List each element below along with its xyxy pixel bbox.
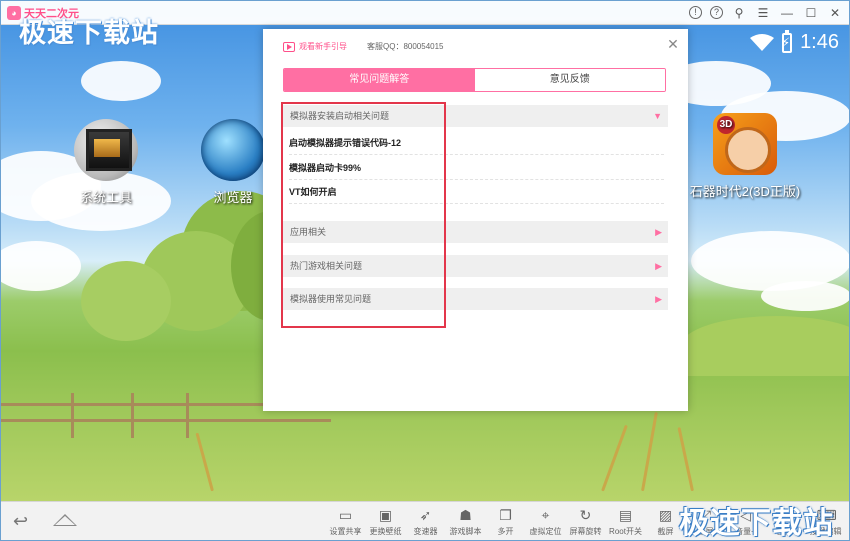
help-dialog: 观看新手引导 客服QQ：800054015 ✕ 常见问题解答 意见反馈 模拟器安… xyxy=(263,29,688,411)
tool-label: 设置共享 xyxy=(329,527,362,536)
image-icon: ▣ xyxy=(378,507,393,523)
chevron-right-icon: ▶ xyxy=(655,294,662,304)
watermark-bottom: 极速下载站 xyxy=(679,507,834,540)
close-icon[interactable]: ✕ xyxy=(666,37,680,51)
chevron-right-icon: ▶ xyxy=(655,227,662,237)
android-status-bar: 1:46 xyxy=(750,29,839,54)
notice-icon[interactable]: ! xyxy=(689,6,702,19)
tool-label: 更换壁纸 xyxy=(369,527,402,536)
tool-virtual-location[interactable]: ⌖ 虚拟定位 xyxy=(527,506,564,537)
window-controls: ! ? ⚲ ☰ — ☐ ✕ xyxy=(689,5,843,21)
tool-multi-instance[interactable]: ❐ 多开 xyxy=(487,506,524,537)
chevron-right-icon: ▶ xyxy=(655,261,662,271)
location-pin-icon: ⌖ xyxy=(541,507,550,523)
rotate-icon: ↻ xyxy=(579,507,592,523)
guide-link-label: 观看新手引导 xyxy=(299,42,347,51)
maximize-button[interactable]: ☐ xyxy=(803,5,819,21)
close-window-button[interactable]: ✕ xyxy=(827,5,843,21)
section-title: 热门游戏相关问题 xyxy=(290,261,363,271)
browser-icon xyxy=(201,119,265,181)
home-icon[interactable] xyxy=(53,514,77,528)
dialog-header: 观看新手引导 客服QQ：800054015 xyxy=(283,41,444,52)
screenshot-icon: ▨ xyxy=(658,507,673,523)
section-apps[interactable]: 应用相关 ▶ xyxy=(283,221,668,243)
script-icon: ☗ xyxy=(459,507,472,523)
tool-wallpaper[interactable]: ▣ 更换壁纸 xyxy=(367,506,404,537)
chevron-down-icon: ▼ xyxy=(653,111,662,121)
help-icon[interactable]: ? xyxy=(710,6,723,19)
tool-speed[interactable]: ➶ 变速器 xyxy=(407,506,444,537)
tool-shared-folder[interactable]: ▭ 设置共享 xyxy=(327,506,364,537)
tab-feedback[interactable]: 意见反馈 xyxy=(474,69,665,91)
tool-rotate[interactable]: ↻ 屏幕旋转 xyxy=(567,506,604,537)
faq-item[interactable]: 模拟器启动卡99% xyxy=(289,156,664,180)
system-tools-icon xyxy=(74,119,138,181)
tab-faq[interactable]: 常见问题解答 xyxy=(284,69,475,91)
dialog-tabs: 常见问题解答 意见反馈 xyxy=(283,68,666,92)
tool-label: 虚拟定位 xyxy=(529,527,562,536)
desktop-icon-label: 浏览器 xyxy=(213,190,253,205)
section-usage[interactable]: 模拟器使用常见问题 ▶ xyxy=(283,288,668,310)
tool-label: 游戏脚本 xyxy=(449,527,482,536)
faq-item[interactable]: VT如何开启 xyxy=(289,180,664,204)
section-hot-games[interactable]: 热门游戏相关问题 ▶ xyxy=(283,255,668,277)
menu-icon[interactable]: ☰ xyxy=(755,5,771,21)
pin-icon[interactable]: ⚲ xyxy=(731,5,747,21)
stone-age-game-icon xyxy=(713,113,777,175)
section-title: 模拟器使用常见问题 xyxy=(290,294,372,304)
battery-charging-icon xyxy=(781,29,793,53)
wifi-icon xyxy=(750,33,775,51)
emulator-window: ◕ 天天二次元 ! ? ⚲ ☰ — ☐ ✕ 极速下载站 1:46 系统工具 浏览… xyxy=(0,0,850,541)
section-title: 应用相关 xyxy=(290,227,327,237)
watermark-top: 极速下载站 xyxy=(19,18,159,48)
minimize-button[interactable]: — xyxy=(779,5,795,21)
beginner-guide-link[interactable]: 观看新手引导 xyxy=(283,41,347,52)
tool-root[interactable]: ▤ Root开关 xyxy=(607,506,644,537)
root-switch-icon: ▤ xyxy=(618,507,633,523)
section-install-startup[interactable]: 模拟器安装启动相关问题 ▼ xyxy=(283,105,668,127)
clock: 1:46 xyxy=(800,31,839,53)
desktop-icon-label: 系统工具 xyxy=(79,190,132,205)
desktop-icon-browser[interactable]: 浏览器 xyxy=(200,119,266,206)
tool-game-script[interactable]: ☗ 游戏脚本 xyxy=(447,506,484,537)
section-title: 模拟器安装启动相关问题 xyxy=(290,111,390,121)
desktop-icon-label: 石器时代2(3D正版) xyxy=(689,184,801,199)
faq-item[interactable]: 启动模拟器提示错误代码-12 xyxy=(289,131,664,155)
desktop-icon-system-tools[interactable]: 系统工具 xyxy=(73,119,139,206)
desktop-icon-stone-age[interactable]: 石器时代2(3D正版) xyxy=(689,113,801,200)
back-icon[interactable]: ↩ xyxy=(13,512,37,530)
multi-window-icon: ❐ xyxy=(499,507,512,523)
tool-label: Root开关 xyxy=(609,527,642,536)
folder-icon: ▭ xyxy=(338,507,353,523)
tool-label: 多开 xyxy=(497,527,514,536)
tool-label: 屏幕旋转 xyxy=(569,527,602,536)
tool-label: 变速器 xyxy=(413,527,438,536)
rocket-icon: ➶ xyxy=(419,507,432,523)
support-qq: 客服QQ：800054015 xyxy=(367,42,444,51)
play-icon xyxy=(283,41,295,52)
